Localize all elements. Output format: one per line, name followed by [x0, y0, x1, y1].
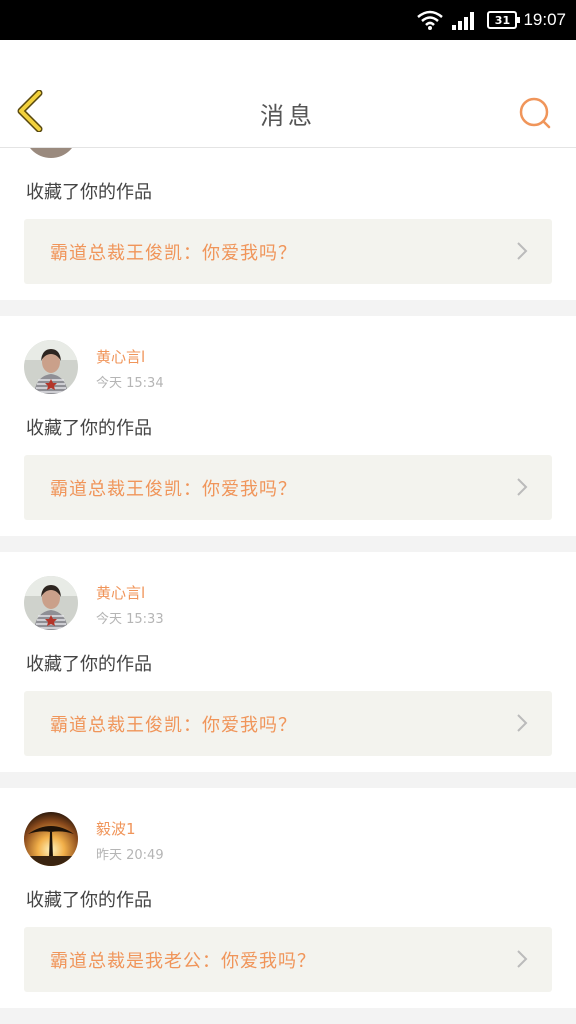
chevron-right-icon	[516, 241, 528, 265]
work-title: 霸道总裁王俊凯：你爱我吗？	[50, 242, 297, 264]
work-title: 霸道总裁是我老公：你爱我吗？	[50, 950, 316, 972]
notification-card[interactable]: 毅波1 昨天 20:49 收藏了你的作品 霸道总裁是我老公：你爱我吗？	[0, 788, 576, 1008]
user-avatar[interactable]	[24, 340, 78, 394]
username[interactable]: 黄心言l	[96, 582, 145, 603]
work-title: 霸道总裁王俊凯：你爱我吗？	[50, 714, 297, 736]
user-avatar[interactable]	[24, 576, 78, 630]
battery-icon: 31	[487, 11, 521, 29]
search-button[interactable]	[518, 96, 554, 132]
work-link[interactable]: 霸道总裁王俊凯：你爱我吗？	[24, 219, 552, 284]
action-text: 收藏了你的作品	[26, 418, 152, 439]
notification-card[interactable]: 黄心言l 今天 15:33 收藏了你的作品 霸道总裁王俊凯：你爱我吗？	[0, 552, 576, 772]
page-title: 消息	[260, 102, 316, 130]
action-text: 收藏了你的作品	[26, 182, 152, 203]
work-title: 霸道总裁王俊凯：你爱我吗？	[50, 478, 297, 500]
work-link[interactable]: 霸道总裁王俊凯：你爱我吗？	[24, 455, 552, 520]
action-text: 收藏了你的作品	[26, 890, 152, 911]
chevron-right-icon	[516, 949, 528, 973]
timestamp: 今天 15:33	[96, 612, 164, 627]
signal-icon	[451, 10, 477, 30]
search-icon	[518, 97, 554, 136]
user-avatar[interactable]	[24, 812, 78, 866]
username[interactable]: 毅波1	[96, 818, 136, 839]
timestamp: 今天 15:34	[96, 376, 164, 391]
work-link[interactable]: 霸道总裁王俊凯：你爱我吗？	[24, 691, 552, 756]
chevron-right-icon	[516, 713, 528, 737]
battery-level: 31	[494, 13, 511, 27]
chevron-right-icon	[516, 477, 528, 501]
status-bar: 31 19:07	[0, 0, 576, 40]
status-time: 19:07	[523, 10, 566, 29]
wifi-icon	[417, 10, 444, 30]
timestamp: 昨天 20:49	[96, 848, 164, 863]
app-header: 消息	[0, 40, 576, 148]
notification-card[interactable]: 黄心言l 今天 15:34 收藏了你的作品 霸道总裁王俊凯：你爱我吗？	[0, 316, 576, 536]
work-link[interactable]: 霸道总裁是我老公：你爱我吗？	[24, 927, 552, 992]
action-text: 收藏了你的作品	[26, 654, 152, 675]
username[interactable]: 黄心言l	[96, 346, 145, 367]
